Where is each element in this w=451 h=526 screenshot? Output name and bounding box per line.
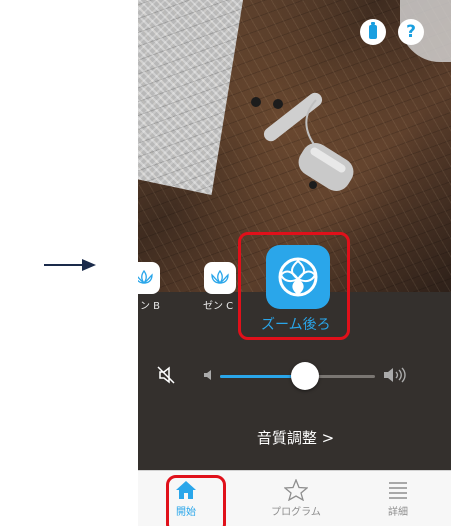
battery-icon [369,22,377,39]
lotus-icon [138,269,153,285]
battery-button[interactable] [360,19,386,45]
tab-programs-label: プログラム [271,507,321,518]
star-icon [284,479,308,501]
hearing-aid-image [251,92,354,191]
highlight-box-home-tab [166,475,226,526]
list-icon [389,482,407,499]
volume-high-icon [384,367,406,383]
program-label-c: ゼン C [203,301,234,312]
tab-programs[interactable]: プログラム [256,471,336,526]
sound-adjust-link[interactable]: 音質調整 > [138,427,451,448]
tab-details-label: 詳細 [388,507,408,518]
speaker-mute-icon[interactable] [157,366,175,384]
program-item-b[interactable] [138,262,160,294]
app-screen: ? ン B ゼン C ズーム後ろ 音質調整 > 開始 プログラム 詳細 [138,0,451,526]
program-item-c[interactable] [204,262,236,294]
tab-details[interactable]: 詳細 [358,471,438,526]
volume-low-icon [204,370,211,380]
program-label-b: ン B [140,301,161,312]
lotus-icon [211,269,229,285]
help-button[interactable]: ? [398,19,424,45]
pointer-arrow-icon [44,259,96,271]
highlight-box-program [238,232,350,340]
volume-slider[interactable] [220,362,375,390]
